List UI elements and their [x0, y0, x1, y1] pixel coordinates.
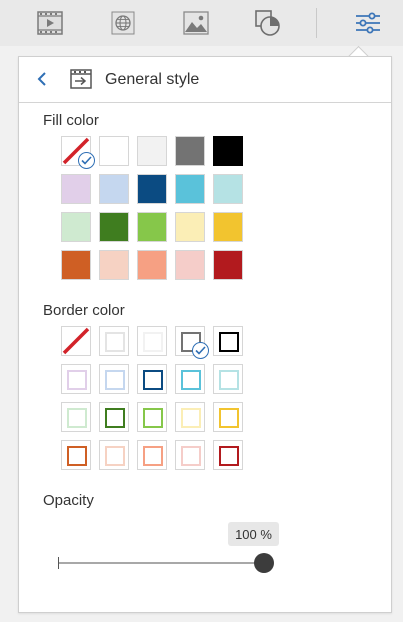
- border-preview: [67, 446, 87, 466]
- general-style-panel: General style Fill color Border color Op…: [18, 56, 392, 613]
- fill-color-swatch[interactable]: [61, 212, 91, 242]
- image-tab[interactable]: [166, 0, 226, 46]
- fill-color-swatch[interactable]: [99, 250, 129, 280]
- fill-color-swatch[interactable]: [213, 212, 243, 242]
- border-preview: [181, 446, 201, 466]
- film-icon: [37, 11, 63, 35]
- toolbar-divider: [316, 8, 317, 38]
- border-color-swatch[interactable]: [61, 364, 91, 394]
- border-color-swatch[interactable]: [213, 326, 243, 356]
- selected-check-icon: [78, 152, 95, 169]
- fill-color-swatch[interactable]: [175, 250, 205, 280]
- border-color-swatch[interactable]: [99, 402, 129, 432]
- border-preview: [219, 408, 239, 428]
- fill-color-swatch[interactable]: [213, 174, 243, 204]
- top-toolbar: [0, 0, 403, 46]
- border-color-swatch[interactable]: [213, 364, 243, 394]
- border-preview: [219, 332, 239, 352]
- border-preview: [143, 370, 163, 390]
- border-color-swatch[interactable]: [213, 440, 243, 470]
- border-preview: [181, 370, 201, 390]
- border-preview: [67, 408, 87, 428]
- shapes-icon: [255, 10, 280, 36]
- border-preview: [143, 446, 163, 466]
- fill-color-swatch[interactable]: [137, 250, 167, 280]
- border-color-label: Border color: [43, 302, 125, 319]
- opacity-slider-track[interactable]: [59, 562, 264, 564]
- fill-color-swatch[interactable]: [175, 136, 205, 166]
- style-panel-icon: [70, 69, 92, 89]
- border-color-swatch[interactable]: [61, 440, 91, 470]
- border-preview: [143, 332, 163, 352]
- border-preview: [105, 370, 125, 390]
- opacity-slider-thumb[interactable]: [254, 553, 274, 573]
- web-tab[interactable]: [93, 0, 153, 46]
- fill-color-swatch[interactable]: [99, 212, 129, 242]
- border-preview: [105, 446, 125, 466]
- border-color-swatch[interactable]: [99, 326, 129, 356]
- shapes-tab[interactable]: [238, 0, 298, 46]
- fill-color-swatch[interactable]: [61, 250, 91, 280]
- border-preview: [219, 370, 239, 390]
- fill-color-swatch[interactable]: [137, 212, 167, 242]
- border-preview: [219, 446, 239, 466]
- no-color-slash-icon: [62, 327, 90, 355]
- border-color-swatch[interactable]: [175, 440, 205, 470]
- border-color-swatch[interactable]: [137, 440, 167, 470]
- border-color-swatch[interactable]: [61, 402, 91, 432]
- back-chevron-icon[interactable]: [35, 69, 49, 89]
- fill-color-swatch[interactable]: [213, 250, 243, 280]
- border-color-swatch[interactable]: [137, 402, 167, 432]
- border-color-swatch[interactable]: [213, 402, 243, 432]
- panel-header: General style: [19, 57, 391, 103]
- fill-color-swatch[interactable]: [99, 136, 129, 166]
- fill-color-swatch[interactable]: [137, 136, 167, 166]
- fill-color-swatch[interactable]: [175, 212, 205, 242]
- border-preview: [143, 408, 163, 428]
- border-preview: [105, 332, 125, 352]
- fill-color-swatch[interactable]: [61, 174, 91, 204]
- fill-color-label: Fill color: [43, 112, 99, 129]
- image-icon: [183, 11, 209, 35]
- fill-color-swatch[interactable]: [175, 174, 205, 204]
- panel-title: General style: [105, 71, 200, 88]
- settings-tab[interactable]: [338, 0, 398, 46]
- border-preview: [181, 408, 201, 428]
- border-color-swatch[interactable]: [175, 402, 205, 432]
- border-color-swatch[interactable]: [137, 364, 167, 394]
- border-swatch-none[interactable]: [61, 326, 91, 356]
- border-color-swatch[interactable]: [137, 326, 167, 356]
- border-color-swatch[interactable]: [175, 364, 205, 394]
- opacity-value: 100 %: [228, 522, 279, 546]
- border-color-swatch[interactable]: [99, 364, 129, 394]
- border-preview: [67, 370, 87, 390]
- fill-color-swatch[interactable]: [99, 174, 129, 204]
- border-color-swatch[interactable]: [99, 440, 129, 470]
- slides-tab[interactable]: [20, 0, 80, 46]
- fill-color-swatch[interactable]: [137, 174, 167, 204]
- opacity-label: Opacity: [43, 492, 94, 509]
- sliders-icon: [356, 12, 380, 34]
- fill-color-swatch[interactable]: [213, 136, 243, 166]
- border-preview: [105, 408, 125, 428]
- selected-check-icon: [192, 342, 209, 359]
- globe-icon: [111, 11, 135, 35]
